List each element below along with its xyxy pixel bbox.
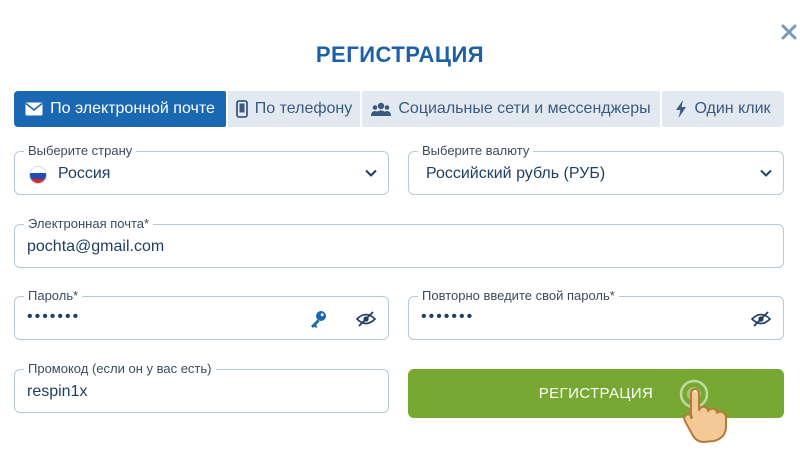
tap-hand-icon xyxy=(672,376,734,449)
country-value: Россия xyxy=(58,165,111,182)
password-repeat-value: ••••••• xyxy=(421,308,475,325)
promo-code-field[interactable]: Промокод (если он у вас есть) respin1x xyxy=(14,361,389,413)
country-label: Выберите страну xyxy=(24,143,137,159)
modal-title: РЕГИСТРАЦИЯ xyxy=(315,42,485,67)
registration-modal: РЕГИСТРАЦИЯ По электронной почте По теле… xyxy=(0,0,800,450)
chevron-down-icon xyxy=(364,166,378,185)
promo-label: Промокод (если он у вас есть) xyxy=(24,361,216,377)
tab-one-click[interactable]: Один клик xyxy=(662,91,784,127)
promo-value: respin1x xyxy=(27,383,88,400)
users-icon xyxy=(371,101,392,117)
currency-select[interactable]: Выберите валюту Российский рубль (РУБ) xyxy=(408,143,784,195)
eye-slash-icon[interactable] xyxy=(750,311,772,332)
currency-value: Российский рубль (РУБ) xyxy=(426,165,606,182)
lightning-icon xyxy=(675,100,687,118)
email-field[interactable]: Электронная почта* pochta@gmail.com xyxy=(14,216,784,268)
chevron-down-icon xyxy=(759,166,773,185)
tab-email[interactable]: По электронной почте xyxy=(14,91,226,127)
close-icon[interactable] xyxy=(779,22,799,42)
phone-icon xyxy=(235,100,248,118)
password-value: ••••••• xyxy=(27,308,81,325)
country-select[interactable]: Выберите страну Россия xyxy=(14,143,389,195)
tab-social[interactable]: Социальные сети и мессенджеры xyxy=(362,91,660,127)
password-field[interactable]: Пароль* ••••••• xyxy=(14,288,389,340)
tab-email-label: По электронной почте xyxy=(50,100,215,117)
currency-label: Выберите валюту xyxy=(418,143,534,159)
tab-phone[interactable]: По телефону xyxy=(228,91,360,127)
email-label: Электронная почта* xyxy=(24,216,154,232)
tab-phone-label: По телефону xyxy=(254,100,353,117)
registration-tabs: По электронной почте По телефону Социаль… xyxy=(14,91,786,127)
key-icon[interactable] xyxy=(308,309,328,334)
password-repeat-label: Повторно введите свой пароль* xyxy=(418,288,619,304)
envelope-icon xyxy=(25,102,43,116)
email-value: pochta@gmail.com xyxy=(27,238,165,255)
tab-social-label: Социальные сети и мессенджеры xyxy=(398,100,651,117)
register-button-label: РЕГИСТРАЦИЯ xyxy=(538,385,654,402)
password-repeat-field[interactable]: Повторно введите свой пароль* ••••••• xyxy=(408,288,784,340)
tab-one-click-label: Один клик xyxy=(694,100,771,117)
russia-flag-icon xyxy=(29,166,47,184)
eye-slash-icon[interactable] xyxy=(355,311,377,332)
password-label: Пароль* xyxy=(24,288,83,304)
